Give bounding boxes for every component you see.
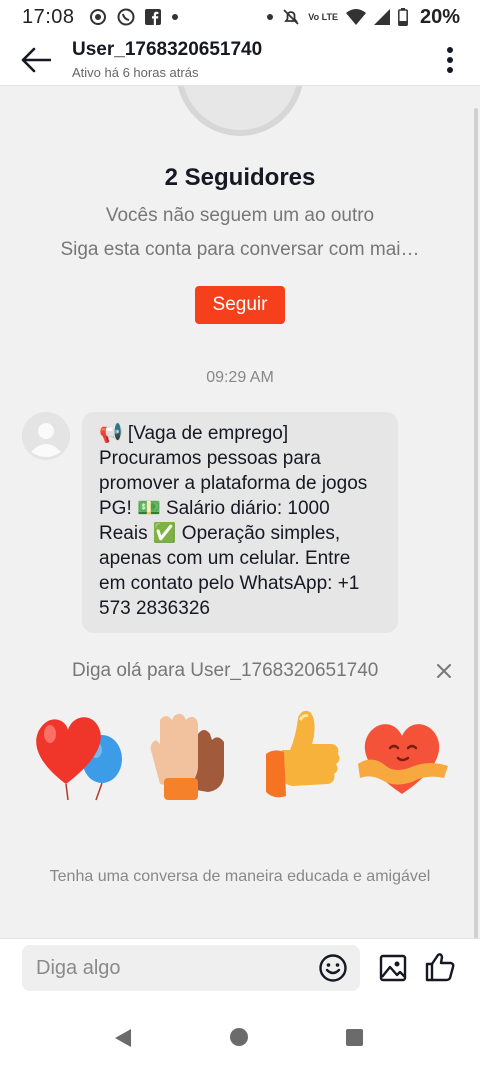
nav-home-button[interactable]: [230, 1028, 248, 1046]
chat-header: User_1768320651740 Ativo há 6 horas atrá…: [0, 34, 480, 86]
followers-count: 2 Seguidores: [164, 164, 316, 191]
image-button[interactable]: [378, 953, 408, 983]
clapping-hands-icon[interactable]: [138, 704, 238, 804]
back-button[interactable]: [0, 34, 72, 86]
status-time: 17:08: [22, 5, 75, 28]
smiley-icon: [319, 954, 347, 982]
emoji-button[interactable]: [318, 953, 348, 983]
nav-recents-button[interactable]: [346, 1029, 363, 1046]
arrow-left-icon: [21, 47, 51, 72]
profile-avatar[interactable]: [176, 86, 304, 136]
image-icon: [379, 954, 407, 982]
more-vertical-icon: [447, 46, 453, 73]
greeting-text: Diga olá para User_1768320651740: [72, 660, 379, 681]
sender-avatar[interactable]: [22, 412, 70, 460]
system-navigation-bar: [0, 1000, 480, 1066]
thumbs-up-icon[interactable]: [254, 704, 354, 804]
greeting-row: Diga olá para User_1768320651740: [0, 658, 480, 688]
user-placeholder-icon: [22, 412, 70, 460]
chat-title-block[interactable]: User_1768320651740 Ativo há 6 horas atrá…: [72, 39, 420, 80]
etiquette-notice: Tenha uma conversa de maneira educada e …: [49, 868, 431, 885]
dot-icon: [266, 13, 274, 21]
battery-icon: [398, 8, 408, 26]
like-button[interactable]: [424, 951, 456, 983]
message-bubble[interactable]: 📢 [Vaga de emprego] Procuramos pessoas p…: [82, 412, 398, 633]
signal-icon: [373, 9, 390, 25]
dot-icon: [171, 13, 179, 21]
status-bar: 17:08 Vo LTE 20%: [0, 0, 480, 34]
thumbs-up-outline-icon: [425, 953, 455, 982]
close-icon: [437, 664, 451, 678]
close-greeting-button[interactable]: [432, 658, 456, 684]
chat-title: User_1768320651740: [72, 39, 263, 60]
scrollbar[interactable]: [474, 108, 478, 948]
more-options-button[interactable]: [420, 34, 480, 86]
message-input-placeholder: Diga algo: [36, 956, 121, 979]
active-status: Ativo há 6 horas atrás: [72, 65, 199, 80]
sticker-row: [0, 704, 480, 804]
hugging-heart-icon[interactable]: [352, 704, 452, 804]
message-composer: Diga algo: [0, 938, 480, 1000]
follow-hint: Siga esta conta para conversar com mai…: [60, 239, 420, 260]
mute-icon: [282, 8, 300, 26]
whatsapp-icon: [117, 8, 135, 26]
nav-back-button[interactable]: [114, 1028, 132, 1053]
facebook-icon: [144, 9, 161, 25]
location-icon: [89, 8, 107, 26]
battery-level: 20%: [419, 5, 460, 28]
chat-area[interactable]: 2 Seguidores Vocês não seguem um ao outr…: [0, 86, 480, 938]
volte-icon: Vo LTE: [308, 11, 338, 22]
message-input[interactable]: Diga algo: [22, 945, 360, 991]
relationship-status: Vocês não seguem um ao outro: [105, 205, 375, 226]
message-timestamp: 09:29 AM: [206, 369, 274, 386]
triangle-back-icon: [115, 1029, 131, 1047]
wifi-icon: [345, 9, 366, 25]
follow-button[interactable]: Seguir: [195, 286, 285, 324]
heart-balloons-icon[interactable]: [28, 704, 128, 804]
